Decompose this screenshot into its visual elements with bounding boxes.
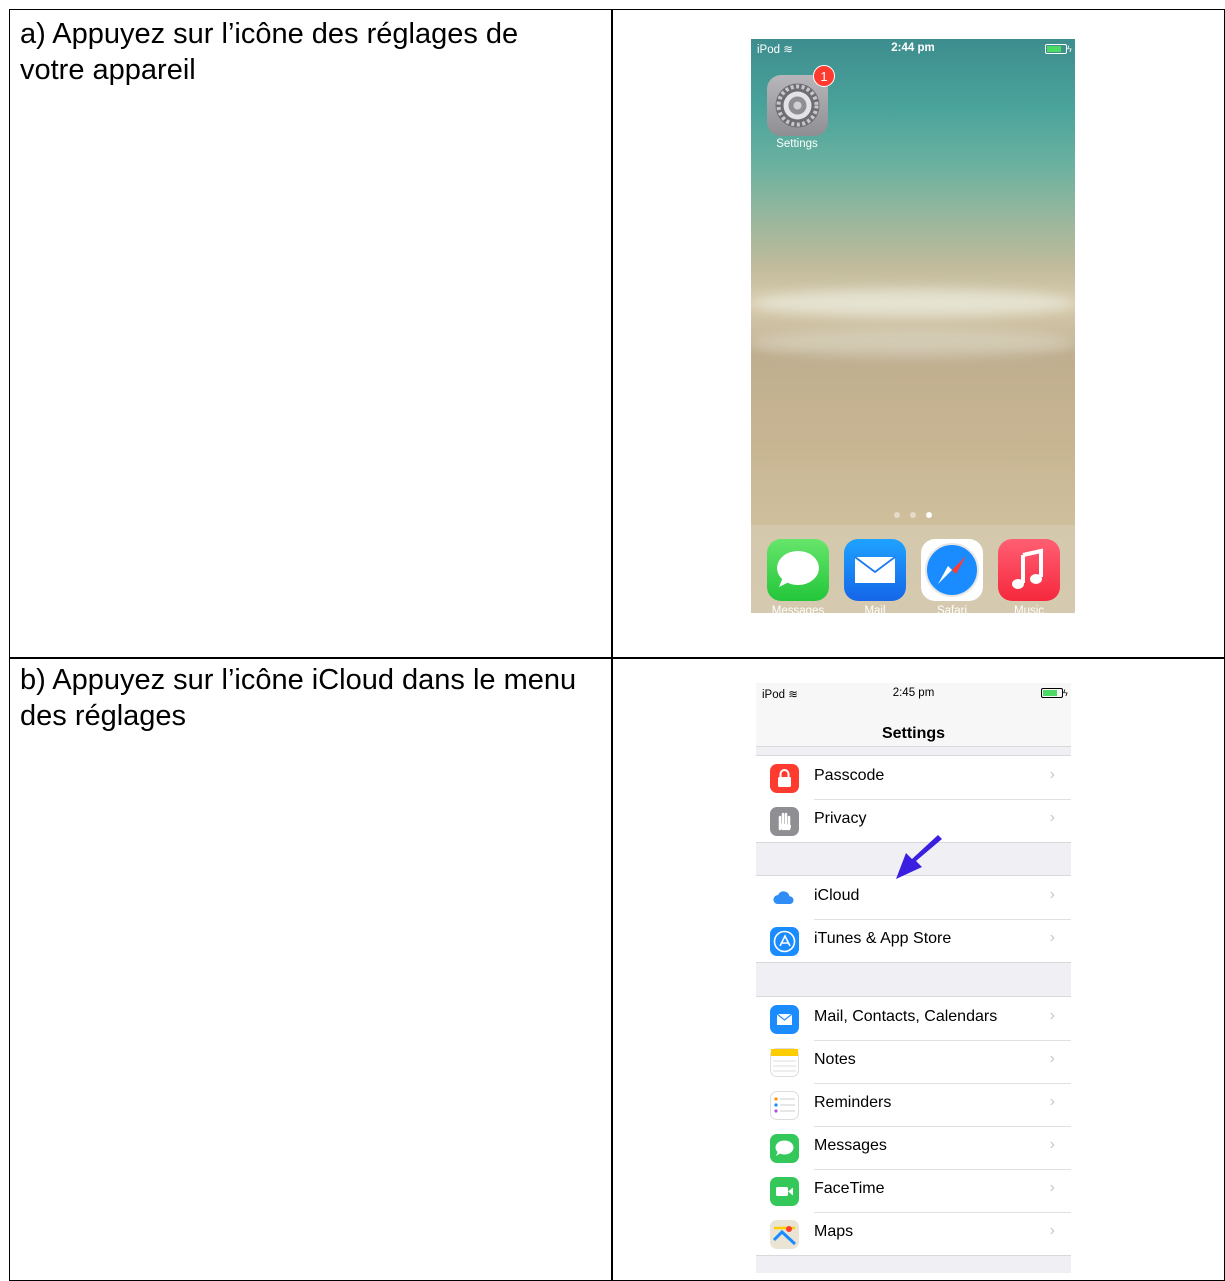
settings-row-notes[interactable]: Notes › [756,1040,1071,1083]
mail-icon [770,1005,799,1034]
notification-badge: 1 [813,65,835,87]
wave-foam [751,329,1075,357]
settings-row-maps[interactable]: Maps › [756,1212,1071,1255]
settings-group-accounts: iCloud › iTunes & App Store › [756,875,1071,963]
settings-row-label: Passcode [814,767,885,784]
battery-icon: ϟ [1041,688,1068,698]
settings-group-security: Passcode › Privacy › [756,755,1071,843]
cloud-icon [770,884,799,913]
settings-app-label: Settings [776,138,818,150]
pointer-arrow-icon [896,835,942,879]
clock: 2:44 pm [891,42,935,54]
music-app-icon[interactable] [998,539,1060,601]
page-dot-active [926,512,932,518]
safari-app-label: Safari [936,605,968,613]
settings-row-messages[interactable]: Messages › [756,1126,1071,1169]
table-divider-vertical [611,10,613,1280]
settings-row-label: Messages [814,1137,887,1154]
envelope-icon [854,556,896,583]
settings-row-label: Reminders [814,1094,892,1111]
settings-screenshot: iPod ≋ 2:45 pm ϟ Settings Passcode › Pri… [756,683,1071,1273]
chevron-right-icon: › [1049,929,1055,946]
notes-icon [770,1048,799,1077]
page-indicator [751,512,1075,518]
settings-row-label: iTunes & App Store [814,930,952,947]
reminders-icon [770,1091,799,1120]
chevron-right-icon: › [1049,809,1055,826]
chevron-right-icon: › [1049,1222,1055,1239]
page-dot [894,512,900,518]
speech-bubble-icon [777,551,819,587]
chevron-right-icon: › [1049,1179,1055,1196]
clock: 2:45 pm [892,687,935,699]
step-a-text: a) Appuyez sur l’icône des réglages de v… [20,18,519,86]
chevron-right-icon: › [1049,886,1055,903]
settings-row-itunes[interactable]: iTunes & App Store › [756,919,1071,962]
chevron-right-icon: › [1049,1050,1055,1067]
lock-icon [770,764,799,793]
settings-row-mail[interactable]: Mail, Contacts, Calendars › [756,997,1071,1040]
status-bar: iPod ≋ 2:45 pm ϟ [756,683,1071,703]
step-b-text: b) Appuyez sur l’icône iCloud dans le me… [20,664,577,732]
chevron-right-icon: › [1049,1007,1055,1024]
page-dot [910,512,916,518]
home-screen-screenshot: iPod ≋ 2:44 pm ϟ 1 Settings Messages Mai… [751,39,1075,613]
settings-group-apps: Mail, Contacts, Calendars › Notes › Remi… [756,996,1071,1256]
hand-icon [770,807,799,836]
settings-row-label: FaceTime [814,1180,885,1197]
dock: Messages Mail Safari Music [751,525,1075,613]
settings-row-label: Mail, Contacts, Calendars [814,1008,998,1025]
compass-icon [925,543,979,597]
table-divider-horizontal [10,657,1224,659]
settings-row-facetime[interactable]: FaceTime › [756,1169,1071,1212]
messages-app-label: Messages [771,605,825,613]
gear-icon [775,83,820,128]
safari-app-icon[interactable] [921,539,983,601]
status-bar: iPod ≋ 2:44 pm ϟ [751,39,1075,59]
settings-row-passcode[interactable]: Passcode › [756,756,1071,799]
settings-row-label: Maps [814,1223,854,1240]
messages-app-icon[interactable] [767,539,829,601]
music-app-label: Music [1013,605,1045,613]
wave-foam [751,289,1075,317]
messages-icon [770,1134,799,1163]
app-store-icon [770,927,799,956]
settings-row-reminders[interactable]: Reminders › [756,1083,1071,1126]
chevron-right-icon: › [1049,1093,1055,1110]
settings-row-label: Privacy [814,810,867,827]
chevron-right-icon: › [1049,1136,1055,1153]
facetime-icon [770,1177,799,1206]
music-note-icon [1012,548,1043,589]
mail-app-icon[interactable] [844,539,906,601]
chevron-right-icon: › [1049,766,1055,783]
maps-icon [770,1220,799,1249]
page-title: Settings [881,725,946,742]
mail-app-label: Mail [864,605,886,613]
settings-row-label: iCloud [814,887,860,904]
battery-icon: ϟ [1045,44,1072,54]
settings-row-label: Notes [814,1051,856,1068]
